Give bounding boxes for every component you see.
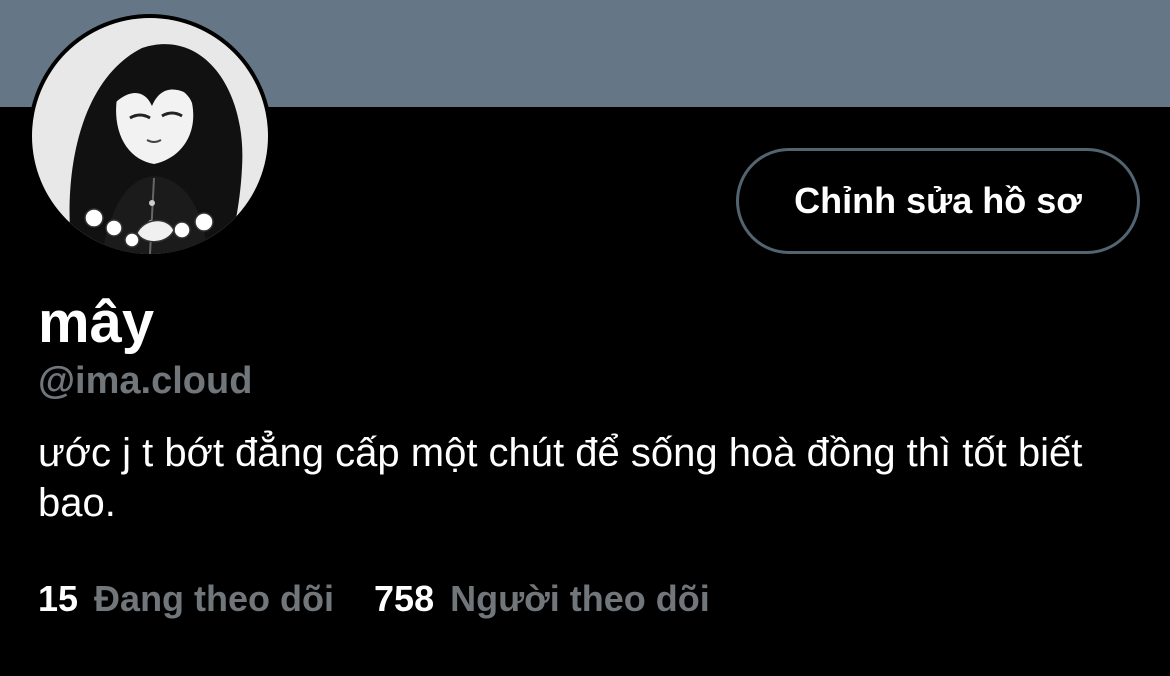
edit-profile-button[interactable]: Chỉnh sửa hồ sơ	[736, 148, 1140, 254]
follow-stats: 15 Đang theo dõi 758 Người theo dõi	[38, 576, 710, 622]
followers-count: 758	[374, 578, 435, 619]
username-handle: @ima.cloud	[38, 360, 253, 402]
following-count: 15	[38, 578, 79, 619]
avatar-image	[32, 18, 268, 254]
avatar[interactable]	[28, 14, 272, 258]
followers-link[interactable]: 758 Người theo dõi	[374, 576, 710, 622]
following-label: Đang theo dõi	[94, 578, 335, 619]
followers-label: Người theo dõi	[450, 578, 710, 619]
display-name: mây	[38, 290, 155, 355]
following-link[interactable]: 15 Đang theo dõi	[38, 576, 334, 622]
profile-bio: ước j t bớt đẳng cấp một chút để sống ho…	[38, 431, 1083, 525]
